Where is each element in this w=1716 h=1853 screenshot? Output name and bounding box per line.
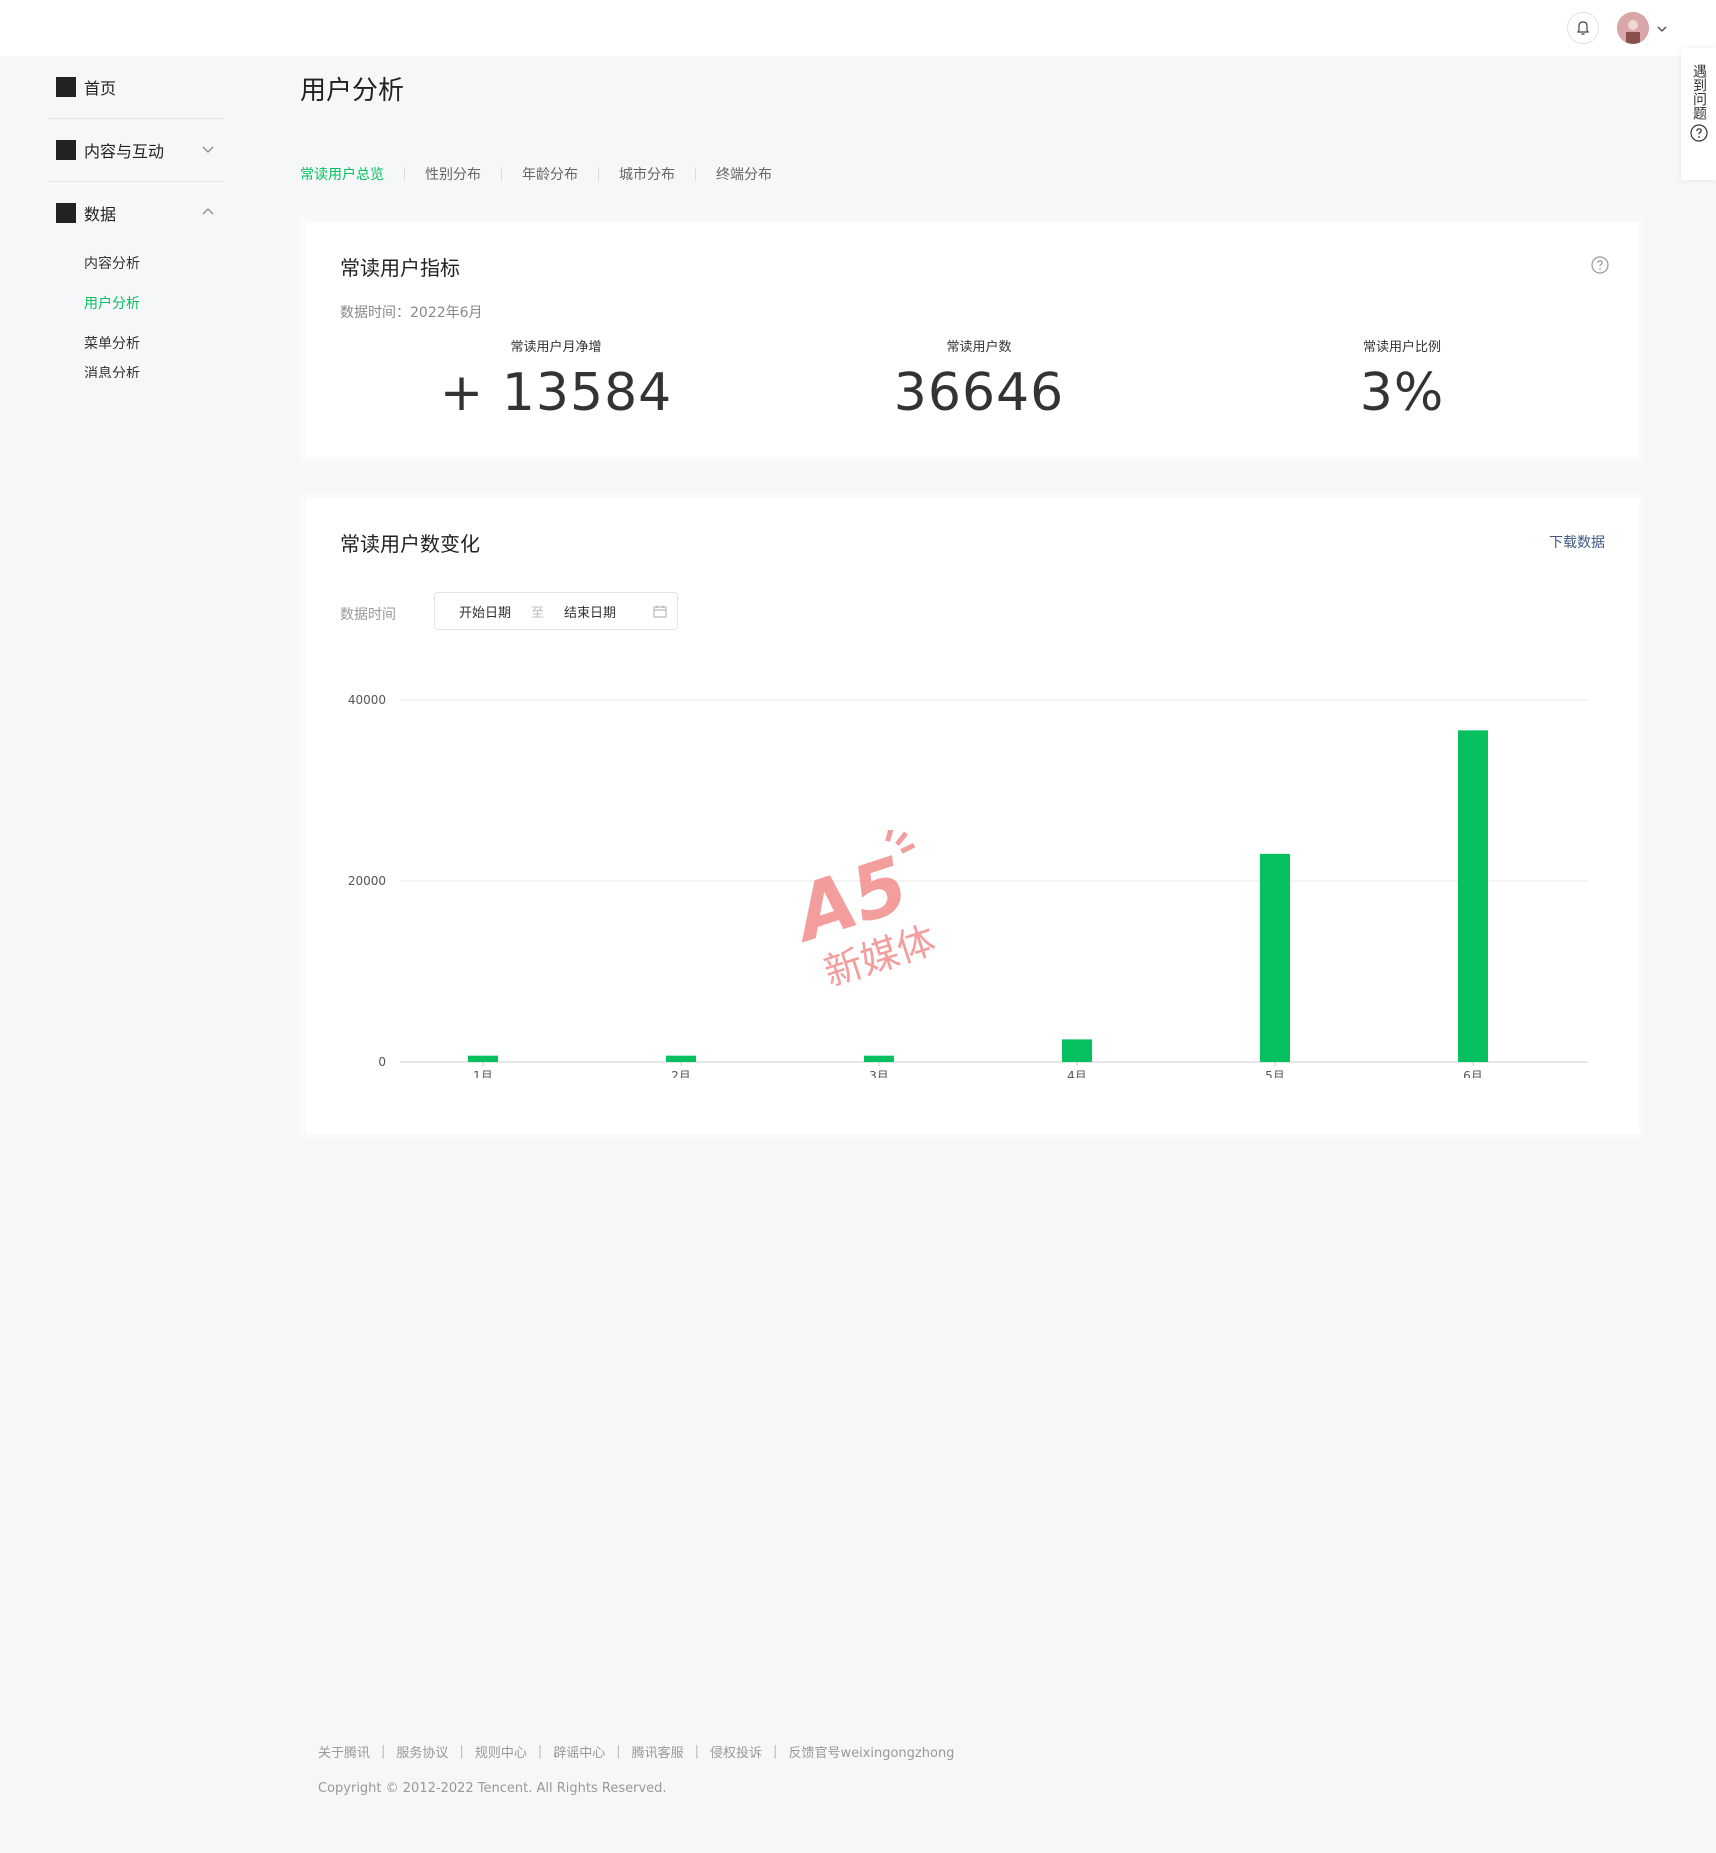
footer-links: 关于腾讯 | 服务协议 | 规则中心 | 辟谣中心 | 腾讯客服 | 侵权投诉 | 反馈官号… (318, 1742, 955, 1761)
data-icon (56, 203, 76, 223)
data-time: 数据时间：2022年6月 (340, 305, 483, 321)
sidebar-item-label: 数据 (84, 205, 117, 224)
y-tick-label: 0 (378, 1055, 386, 1069)
footer-link[interactable]: 关于腾讯 (318, 1742, 370, 1761)
card-title: 常读用户数变化 (340, 532, 480, 556)
tab-gender[interactable]: 性别分布 (425, 164, 481, 184)
tab-age[interactable]: 年龄分布 (522, 164, 578, 184)
sidebar-item-menu-analysis[interactable]: 菜单分析 (48, 324, 224, 364)
date-range-picker[interactable]: 开始日期 至 结束日期 (434, 592, 678, 630)
metric-ratio: 常读用户比例 3% (1252, 336, 1552, 423)
start-date-input[interactable]: 开始日期 (459, 602, 511, 621)
metric-value: 36646 (893, 363, 1065, 423)
copyright: Copyright © 2012-2022 Tencent. All Right… (318, 1781, 667, 1796)
trend-card: 常读用户数变化 下载数据 数据时间 开始日期 至 结束日期 0 20000 4000… (306, 498, 1639, 1134)
help-float-button[interactable]: 遇到问题 (1681, 48, 1716, 180)
tab-city[interactable]: 城市分布 (619, 164, 675, 184)
tab-device[interactable]: 终端分布 (716, 164, 772, 184)
footer-link[interactable]: 腾讯客服 (632, 1742, 684, 1761)
chevron-up-icon[interactable] (200, 204, 216, 224)
sidebar-item-label: 首页 (84, 79, 117, 98)
chevron-down-icon[interactable] (1656, 20, 1668, 39)
sidebar-item-message-analysis[interactable]: 消息分析 (48, 364, 224, 378)
calendar-icon[interactable] (653, 605, 667, 622)
end-date-input[interactable]: 结束日期 (564, 602, 616, 621)
sidebar: 首页 内容与互动 数据 内容分析 用户分析 菜单分析 消息分析 (48, 56, 224, 378)
sidebar-item-data[interactable]: 数据 (48, 182, 224, 244)
content-icon (56, 140, 76, 160)
sidebar-item-user-analysis[interactable]: 用户分析 (48, 284, 224, 324)
watermark-logo: A5 新媒体 (780, 826, 950, 1004)
x-tick-label: 3月 (869, 1069, 889, 1078)
footer-link[interactable]: 侵权投诉 (710, 1742, 762, 1761)
sidebar-item-content-analysis[interactable]: 内容分析 (48, 244, 224, 284)
bell-icon[interactable] (1567, 12, 1599, 44)
date-range-separator: 至 (531, 605, 545, 621)
sidebar-clip: 消息分析 (48, 364, 224, 378)
metric-label: 常读用户数 (946, 340, 1012, 355)
download-link[interactable]: 下载数据 (1549, 532, 1605, 552)
avatar[interactable] (1617, 12, 1649, 44)
bar[interactable] (1062, 1039, 1092, 1062)
bar[interactable] (468, 1055, 498, 1062)
metric-total: 常读用户数 36646 (829, 336, 1129, 423)
bar[interactable] (1458, 730, 1488, 1062)
x-tick-label: 6月 (1463, 1069, 1483, 1078)
footer-link[interactable]: 服务协议 (396, 1742, 448, 1761)
sidebar-item-label: 内容与互动 (84, 142, 165, 161)
metric-label: 常读用户月净增 (510, 340, 602, 355)
x-tick-label: 4月 (1067, 1069, 1087, 1078)
question-icon (1681, 124, 1716, 146)
help-float-label: 遇到问题 (1691, 64, 1707, 120)
top-bar (0, 0, 1716, 56)
indicator-card: 常读用户指标 数据时间：2022年6月 常读用户月净增 + 13584 常读用户… (306, 222, 1639, 456)
bar[interactable] (1260, 853, 1290, 1062)
y-tick-label: 40000 (348, 693, 386, 707)
x-tick-label: 2月 (671, 1069, 691, 1078)
divider (695, 167, 696, 181)
data-time-label: 数据时间 (340, 607, 396, 623)
sidebar-item-content[interactable]: 内容与互动 (48, 119, 224, 181)
metric-label: 常读用户比例 (1362, 340, 1441, 355)
x-tick-label: 1月 (473, 1069, 493, 1078)
card-title: 常读用户指标 (340, 256, 460, 280)
metric-value: + 13584 (439, 363, 673, 423)
bar[interactable] (666, 1055, 696, 1062)
tab-overview[interactable]: 常读用户总览 (300, 164, 384, 184)
divider (501, 167, 502, 181)
footer-link[interactable]: 规则中心 (475, 1742, 527, 1761)
x-tick-label: 5月 (1265, 1069, 1285, 1078)
metric-net-growth: 常读用户月净增 + 13584 (406, 336, 706, 423)
sidebar-item-home[interactable]: 首页 (48, 56, 224, 118)
bar[interactable] (864, 1055, 894, 1062)
divider (598, 167, 599, 181)
page-title: 用户分析 (300, 76, 405, 106)
y-tick-label: 20000 (348, 874, 386, 888)
metric-value: 3% (1359, 363, 1445, 423)
help-icon[interactable] (1591, 256, 1609, 278)
divider (404, 167, 405, 181)
tab-bar: 常读用户总览 性别分布 年龄分布 城市分布 终端分布 (300, 164, 772, 184)
footer-link[interactable]: 反馈官号weixingongzhong (788, 1742, 954, 1761)
home-icon (56, 77, 76, 97)
bar-chart: 0 20000 40000 1月 2月 3月 4月 5月 6月 (348, 693, 1588, 1078)
footer-link[interactable]: 辟谣中心 (553, 1742, 605, 1761)
chevron-down-icon[interactable] (200, 141, 216, 161)
